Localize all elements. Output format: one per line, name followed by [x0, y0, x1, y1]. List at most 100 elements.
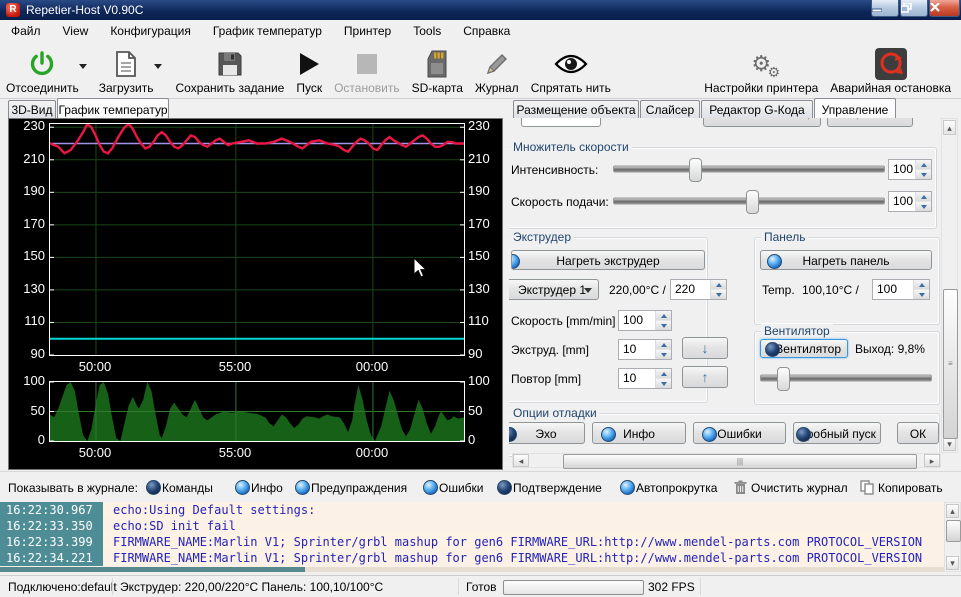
fan-toggle-button[interactable]: Вентилятор	[760, 339, 848, 358]
copy-button[interactable]: Копировать	[878, 481, 943, 495]
vscroll-up-arrow[interactable]: ▴	[943, 120, 956, 135]
bed-target-spinner[interactable]: 100	[872, 279, 930, 300]
vscroll-thumb[interactable]: ≡	[943, 289, 958, 439]
printer-settings-label: Настройки принтера	[704, 81, 818, 95]
toggle-info[interactable]: Инфо	[251, 481, 283, 495]
trash-icon[interactable]	[734, 480, 747, 495]
toggle-errors[interactable]: Ошибки	[439, 481, 484, 495]
menu-config[interactable]: Конфигурация	[99, 21, 202, 41]
tab-object-placement[interactable]: Размещение объекта	[513, 100, 639, 118]
toggle-warnings[interactable]: Предупраждения	[311, 481, 407, 495]
flow-spinner[interactable]: 100	[888, 159, 932, 180]
menu-temp-graph[interactable]: График температур	[202, 21, 333, 41]
extruder-target-spinner[interactable]: 220	[670, 279, 727, 300]
debug-echo-button[interactable]: Эхо	[509, 422, 585, 444]
tab-temp-graph[interactable]: График температур	[57, 98, 169, 118]
hide-filament-button[interactable]: Спрятать нить	[525, 42, 617, 98]
retract-up-button[interactable]: ↑	[682, 366, 728, 388]
log-vscroll-up[interactable]: ▴	[946, 504, 959, 518]
control-hscrollbar[interactable]: ◂ ▸ |||	[512, 453, 941, 468]
extrude-length-down[interactable]	[656, 350, 671, 359]
feedrate-slider[interactable]	[613, 190, 885, 212]
extruder-target-down[interactable]	[711, 290, 726, 299]
extrude-length-up[interactable]	[656, 340, 671, 350]
autoscroll-led[interactable]	[620, 480, 635, 495]
load-dropdown-icon[interactable]	[154, 64, 162, 69]
printer-settings-button[interactable]: ⚙⚙ Настройки принтера	[698, 42, 824, 98]
bed-target-down[interactable]	[914, 290, 929, 299]
load-button[interactable]: Загрузить	[93, 42, 160, 98]
extrude-speed-down[interactable]	[656, 321, 671, 330]
log-vscroll-thumb[interactable]	[946, 520, 961, 542]
clear-log-button[interactable]: Очистить журнал	[751, 481, 848, 495]
close-button[interactable]	[929, 0, 960, 17]
feedrate-spinner[interactable]: 100	[888, 191, 932, 212]
heat-extruder-button[interactable]: Нагреть экструдер	[511, 250, 705, 270]
menu-help[interactable]: Справка	[452, 21, 521, 41]
minimize-button[interactable]	[871, 0, 899, 17]
emergency-stop-button[interactable]: Аварийная остановка	[824, 42, 957, 98]
extrude-speed-up[interactable]	[656, 311, 671, 321]
log-hscroll-thumb[interactable]	[0, 567, 305, 572]
feedrate-up[interactable]	[916, 192, 931, 202]
tab-3d-view[interactable]: 3D-Вид	[8, 100, 56, 118]
save-job-label: Сохранить задание	[176, 81, 285, 95]
extrude-length-spinner[interactable]: 10	[618, 339, 672, 360]
heat-bed-button[interactable]: Нагреть панель	[760, 250, 932, 270]
retract-up[interactable]	[656, 369, 671, 379]
park-button[interactable]: Парковать	[827, 118, 913, 127]
toggle-ack[interactable]: Подтверждение	[513, 481, 602, 495]
debug-dry-run-button[interactable]: Пробный пуск	[793, 422, 881, 444]
sd-card-button[interactable]: SD-карта	[406, 42, 469, 98]
menu-file[interactable]: Файл	[0, 21, 52, 41]
debug-ok-button[interactable]: ОК	[897, 422, 939, 444]
extruder-selector[interactable]: Экструдер 1	[509, 279, 599, 300]
toggle-autoscroll[interactable]: Автопрокрутка	[636, 481, 717, 495]
copy-icon[interactable]	[860, 480, 874, 495]
debug-info-button[interactable]: Инфо	[592, 422, 686, 444]
hscroll-right-arrow[interactable]: ▸	[924, 454, 940, 467]
extruder-target-up[interactable]	[711, 280, 726, 290]
ack-led[interactable]	[497, 480, 512, 495]
hscroll-thumb[interactable]: |||	[563, 454, 917, 469]
tab-control[interactable]: Управление	[814, 98, 896, 118]
warnings-led[interactable]	[295, 480, 310, 495]
errors-led	[702, 427, 717, 442]
hscroll-left-arrow[interactable]: ◂	[513, 454, 529, 467]
stop-motor-button[interactable]: Остановить Мотор	[703, 118, 821, 127]
fan-slider[interactable]	[760, 367, 932, 389]
extrude-speed-spinner[interactable]: 100	[618, 310, 672, 331]
debug-errors-button[interactable]: Ошибки	[693, 422, 786, 444]
disconnect-dropdown-icon[interactable]	[79, 64, 87, 69]
tab-slicer[interactable]: Слайсер	[640, 100, 700, 118]
log-button[interactable]: Журнал	[469, 42, 525, 98]
menu-printer[interactable]: Принтер	[333, 21, 402, 41]
flow-down[interactable]	[916, 170, 931, 179]
log-vscroll-down[interactable]: ▾	[946, 556, 959, 570]
temperature-status: Экструдер: 220,00/220°C Панель: 100,10/1…	[120, 580, 383, 594]
clipped-command-input[interactable]	[521, 118, 601, 127]
extrude-down-button[interactable]: ↓	[682, 337, 728, 359]
log-vscrollbar[interactable]: ▴ ▾	[944, 502, 961, 572]
feedrate-down[interactable]	[916, 202, 931, 211]
log-hscrollbar[interactable]	[0, 567, 944, 572]
bed-target-up[interactable]	[914, 280, 929, 290]
save-job-button[interactable]: Сохранить задание	[170, 42, 291, 98]
control-vscrollbar[interactable]: ▴ ▾ ≡	[941, 118, 958, 453]
toggle-commands[interactable]: Команды	[162, 481, 213, 495]
menu-view[interactable]: View	[52, 21, 100, 41]
menu-tools[interactable]: Tools	[402, 21, 452, 41]
retract-down[interactable]	[656, 379, 671, 388]
flow-up[interactable]	[916, 160, 931, 170]
log-view[interactable]: 16:22:30.967 echo:Using Default settings…	[0, 502, 961, 572]
errors-filter-led[interactable]	[423, 480, 438, 495]
run-button[interactable]: Пуск	[290, 42, 328, 98]
tab-gcode-editor[interactable]: Редактор G-Кода	[701, 100, 813, 118]
dry-run-led	[796, 427, 811, 442]
commands-led[interactable]	[146, 480, 161, 495]
flow-slider[interactable]	[613, 158, 885, 180]
disconnect-button[interactable]: Отсоединить	[0, 42, 85, 98]
retract-spinner[interactable]: 10	[618, 368, 672, 389]
restore-button[interactable]	[900, 0, 928, 17]
info-filter-led[interactable]	[235, 480, 250, 495]
